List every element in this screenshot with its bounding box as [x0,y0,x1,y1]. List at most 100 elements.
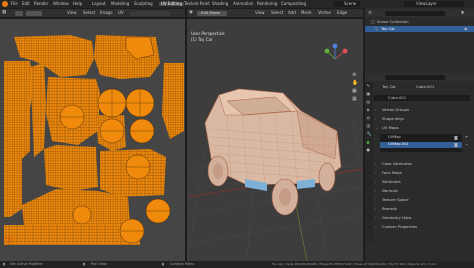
mesh-data-field[interactable]: Cube.001 [374,95,470,101]
blender-logo-icon[interactable] [2,1,8,7]
data-tab-icon[interactable]: ▲ [367,140,370,144]
output-tab-icon[interactable]: ▤ [367,100,371,104]
zoom-icon[interactable]: ⊕ [352,73,356,78]
menu-edit[interactable]: Edit [22,2,30,6]
chevron-down-icon: ⌄ [375,126,378,130]
camera-icon[interactable]: ◙ [454,142,458,147]
tab-shading[interactable]: Shading [212,2,228,6]
section-remesh[interactable]: › Remesh [372,206,472,212]
menu-render[interactable]: Render [34,2,48,6]
mouse-right-icon: ▮ [162,261,164,266]
uv-menu-select[interactable]: Select [83,11,95,15]
tab-animation[interactable]: Animation [233,2,253,6]
tab-rendering[interactable]: Rendering [257,2,277,6]
menu-file[interactable]: File [11,2,18,6]
vp-menu-add[interactable]: Add [288,11,296,15]
grid-view-icon[interactable]: ▦ [352,97,357,102]
mode-label: Edit Mode [201,10,220,15]
tab-sculpting[interactable]: Sculpting [134,2,153,6]
material-tab-icon[interactable]: ● [367,148,371,152]
mouse-left-icon: ▮ [3,261,5,266]
tab-compositing[interactable]: Compositing [281,2,306,6]
section-uv-maps[interactable]: ⌄ UV Maps [372,125,472,131]
scene-tab-icon[interactable]: ◈ [367,108,370,112]
tab-uv-editing[interactable]: UV Editing [159,1,184,6]
pan-hand-icon[interactable]: ✋ [352,81,358,86]
outliner-row-object[interactable]: ▽ Toy Car ◉ [365,26,474,32]
uv-menu-uv[interactable]: UV [118,11,124,15]
uv-wheel-9 [72,205,92,225]
section-label: UV Maps [382,125,399,130]
breadcrumb-object: Toy Car [382,84,396,89]
tab-texture-paint[interactable]: Texture Paint [184,2,210,6]
uv-map-item-active[interactable]: UVMap.001 ◙ [380,142,462,148]
section-texture-space[interactable]: › Texture Space [372,197,472,203]
properties-search-field[interactable] [385,74,445,80]
section-label: Vertex Groups [382,107,409,112]
vp-menu-select[interactable]: Select [271,11,283,15]
section-vertex-groups[interactable]: › Vertex Groups [372,107,472,113]
uv-image-browse-button[interactable] [130,10,170,16]
section-normals[interactable]: › Normals [372,188,472,194]
collection-label: Scene Collection [377,19,409,24]
render-tab-icon[interactable]: ▣ [367,92,371,96]
uv-editor-canvas[interactable] [0,19,185,261]
uv-island-low-1 [44,145,98,191]
section-face-maps[interactable]: › Face Maps [372,170,472,176]
camera-view-icon[interactable]: ▣ [352,89,357,94]
section-label: Normals [382,188,398,193]
camera-icon[interactable]: ◙ [454,135,458,140]
mesh-data-name: Cube.001 [388,95,407,100]
world-tab-icon[interactable]: ◍ [367,116,371,120]
mouse-middle-icon: ▮ [83,261,85,266]
mode-selector[interactable]: Edit Mode [197,10,227,16]
viewlayer-selector[interactable]: ViewLayer [404,1,464,7]
object-tab-icon[interactable]: ▥ [367,124,371,128]
chevron-right-icon: › [375,108,377,112]
chevron-right-icon: › [375,171,377,175]
section-attributes[interactable]: › Attributes [372,179,472,185]
add-uv-map-icon[interactable]: + [465,135,468,139]
outliner-type-icon[interactable]: ☰ [368,10,372,15]
visibility-eye-icon[interactable]: ◉ [464,26,468,31]
properties-header [365,73,474,81]
chevron-right-icon: › [375,162,377,166]
tab-modeling[interactable]: Modeling [111,2,129,6]
section-color-attributes[interactable]: › Color Attributes [372,161,472,167]
modifier-tab-icon[interactable]: 🔧 [367,132,372,136]
uv-map-item[interactable]: UVMap ◙ [380,135,462,141]
section-custom-properties[interactable]: › Custom Properties [372,224,472,230]
status-bar: ▮ Set Active Modifier ▮ Pan View ▮ Conte… [0,261,474,268]
vp-menu-edge[interactable]: Edge [337,11,347,15]
tool-tab-icon[interactable]: ✎ [367,84,370,88]
tab-layout[interactable]: Layout [92,2,106,6]
vp-menu-vertex[interactable]: Vertex [318,11,331,15]
viewport-header: ◉ Edit Mode View Select Add Mesh Vertex … [187,9,363,17]
uv-map-label: UVMap [388,135,401,139]
section-geometry-data[interactable]: › Geometry Data [372,215,472,221]
scene-selector[interactable]: Scene [334,1,360,7]
uv-editor-type-icon[interactable]: ▦ [2,10,6,16]
collection-icon: ▢ [371,18,375,24]
section-shape-keys[interactable]: › Shape Keys [372,116,472,122]
outliner-search-field[interactable] [385,10,445,16]
status-left: Set Active Modifier [10,262,43,266]
toy-car-mesh [204,88,342,216]
viewport-editor-type-icon[interactable]: ◉ [189,10,193,16]
uv-sync-button[interactable] [15,10,23,16]
menu-window[interactable]: Window [53,2,69,6]
uv-menu-image[interactable]: Image [100,11,113,15]
uv-menu-view[interactable]: View [67,11,77,15]
outliner-row-collection[interactable]: ▢ Scene Collection [365,19,474,25]
filter-icon[interactable]: ▼ [461,10,464,15]
vp-menu-view[interactable]: View [255,11,265,15]
vp-menu-mesh[interactable]: Mesh [301,11,312,15]
uv-layout[interactable] [0,19,185,261]
section-label: Geometry Data [382,215,412,220]
properties-breadcrumb: Toy Car Cube.001 [374,84,472,90]
menu-help[interactable]: Help [73,2,82,6]
remove-uv-map-icon[interactable]: − [465,143,468,147]
viewport-3d[interactable]: User Perspective (1) Toy Car ⊕ ✋ ▣ ▦ [187,19,363,261]
uv-select-mode-button[interactable] [26,10,42,16]
mesh-object-icon: ▽ [375,25,379,31]
